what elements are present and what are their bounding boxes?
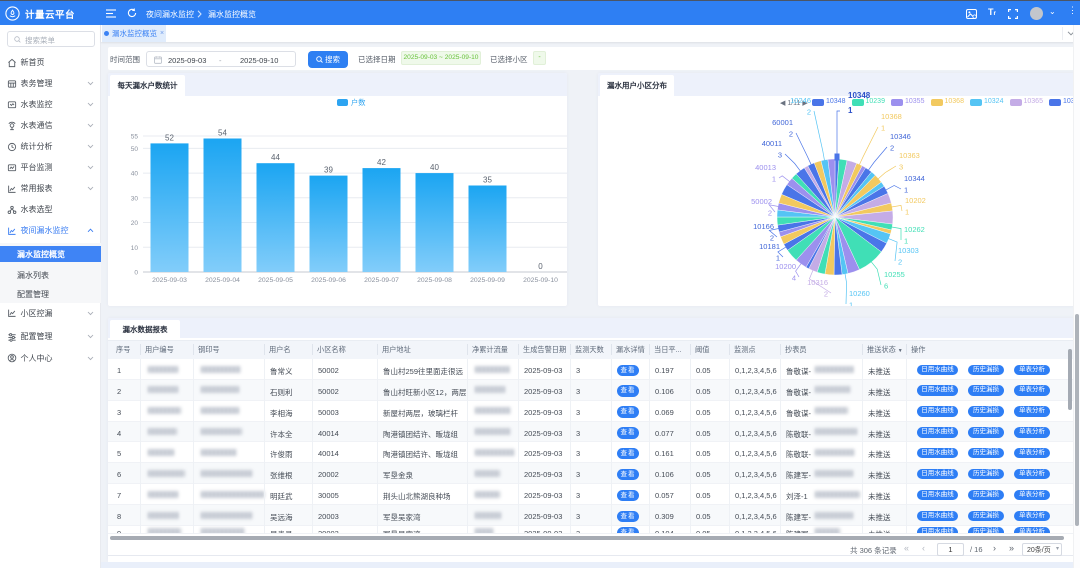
svg-text:10316: 10316 (807, 278, 828, 287)
svg-text:10303: 10303 (898, 246, 919, 255)
svg-text:2: 2 (770, 234, 774, 243)
svg-text:2: 2 (898, 258, 902, 267)
svg-text:35: 35 (483, 176, 492, 185)
svg-text:2025-09-06: 2025-09-06 (311, 277, 346, 284)
svg-text:42: 42 (377, 158, 386, 167)
svg-text:54: 54 (218, 129, 227, 138)
svg-text:1: 1 (848, 106, 853, 115)
svg-text:2025-09-07: 2025-09-07 (364, 277, 399, 284)
svg-text:3: 3 (899, 163, 903, 172)
svg-text:50: 50 (131, 146, 139, 153)
svg-text:2: 2 (824, 290, 828, 299)
svg-text:0: 0 (134, 270, 138, 277)
svg-text:2: 2 (890, 144, 894, 153)
svg-text:10202: 10202 (905, 196, 926, 205)
svg-text:60001: 60001 (772, 118, 793, 127)
svg-text:10344: 10344 (904, 174, 925, 183)
svg-text:1: 1 (772, 175, 776, 184)
svg-text:3: 3 (778, 151, 782, 160)
svg-text:1: 1 (849, 301, 853, 307)
svg-text:40: 40 (131, 171, 139, 178)
svg-text:30: 30 (131, 195, 139, 202)
svg-text:2025-09-10: 2025-09-10 (523, 277, 558, 284)
svg-text:6: 6 (884, 282, 888, 291)
svg-text:10260: 10260 (849, 289, 870, 298)
svg-text:10368: 10368 (881, 112, 902, 121)
svg-text:1: 1 (904, 186, 908, 195)
svg-text:10363: 10363 (899, 151, 920, 160)
svg-text:2025-09-09: 2025-09-09 (470, 277, 505, 284)
svg-text:2025-09-04: 2025-09-04 (205, 277, 240, 284)
svg-text:1: 1 (905, 208, 909, 217)
svg-text:10: 10 (131, 245, 139, 252)
svg-text:0: 0 (538, 262, 543, 271)
svg-text:10200: 10200 (775, 262, 796, 271)
svg-text:2025-09-05: 2025-09-05 (258, 277, 293, 284)
svg-text:2025-09-03: 2025-09-03 (152, 277, 187, 284)
svg-text:4: 4 (792, 274, 796, 283)
svg-text:10246: 10246 (790, 96, 811, 105)
svg-text:10348: 10348 (848, 91, 871, 100)
svg-text:40011: 40011 (762, 139, 782, 148)
svg-text:1: 1 (776, 254, 780, 263)
svg-text:2: 2 (807, 108, 811, 117)
svg-text:2025-09-08: 2025-09-08 (417, 277, 452, 284)
svg-text:20: 20 (131, 220, 139, 227)
svg-text:1: 1 (904, 237, 908, 246)
svg-text:44: 44 (271, 153, 280, 162)
svg-text:50002: 50002 (751, 197, 772, 206)
svg-text:2: 2 (789, 130, 793, 139)
svg-text:39: 39 (324, 166, 333, 175)
svg-text:2: 2 (768, 209, 772, 218)
svg-text:1: 1 (881, 124, 885, 133)
svg-text:10181: 10181 (759, 242, 780, 251)
svg-text:40: 40 (430, 163, 439, 172)
svg-text:10346: 10346 (890, 132, 911, 141)
svg-text:10262: 10262 (904, 225, 925, 234)
svg-text:55: 55 (131, 134, 139, 141)
svg-text:10166: 10166 (753, 222, 774, 231)
svg-text:52: 52 (165, 133, 174, 142)
svg-text:10255: 10255 (884, 270, 905, 279)
svg-text:40013: 40013 (755, 163, 776, 172)
